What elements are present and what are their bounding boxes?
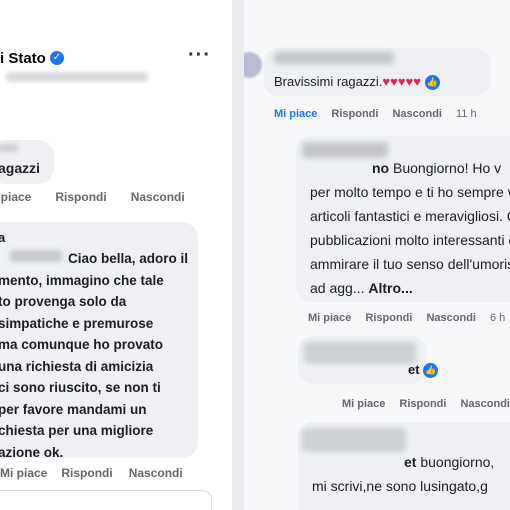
blurred-author-name (302, 428, 406, 452)
comment-line: mento, immagino che tale (0, 272, 164, 288)
comment-line: simpatiche e premurose (0, 315, 154, 331)
hide-button[interactable]: Nascondi (426, 312, 476, 324)
reply-button[interactable]: Rispondi (55, 190, 106, 204)
hearts-emoji: ♥♥♥♥♥ (382, 74, 421, 89)
comment-text: agazzi (0, 160, 41, 176)
comment-line: ci sono riuscito, se non ti (0, 380, 161, 395)
hide-button[interactable]: Nascondi (131, 190, 185, 204)
comment-line: azione ok. (0, 444, 64, 460)
comment-actions: Mi piace Rispondi Nascondi 6 h (308, 312, 510, 324)
comment-body: no Buongiorno! Ho v per molto tempo e ti… (310, 156, 510, 300)
left-post-panel: i Stato ✓ ··· agazzi i piace Rispondi Nasc… (0, 0, 232, 510)
comment-author[interactable]: a (0, 230, 5, 245)
like-button[interactable]: Mi piace (308, 312, 351, 324)
verified-badge-icon: ✓ (50, 51, 64, 65)
comment-line: una richiesta di amicizia (0, 358, 154, 374)
reply-button[interactable]: Rispondi (365, 312, 412, 324)
reply-button[interactable]: Rispondi (399, 398, 446, 410)
reply-button[interactable]: Rispondi (331, 108, 378, 120)
panel-divider (232, 0, 244, 510)
comment-body: et buongiorno, mi scrivi,ne sono lusinga… (312, 450, 494, 498)
comment-author[interactable]: no (372, 160, 389, 176)
blurred-subtitle (6, 72, 148, 82)
comment-actions: Mi piace Rispondi Nascondi (0, 466, 207, 480)
comment-line: chiesta per una migliore (0, 423, 154, 438)
comment-line: pubblicazioni molto interessanti e (310, 232, 510, 248)
comment-bubble: et 👍 (298, 336, 439, 384)
reply-button[interactable]: Rispondi (61, 466, 112, 480)
hide-button[interactable]: Nascondi (392, 108, 442, 120)
like-reaction-icon[interactable]: 👍 (424, 75, 440, 91)
comment-line: to provenga solo da (0, 294, 127, 309)
right-post-panel: Bravissimi ragazzi.♥♥♥♥♥ 👍 Mi piace Rispo… (244, 0, 510, 510)
blurred-author-name (304, 342, 416, 364)
blurred-author-name (0, 144, 18, 152)
comment-actions: Mi piace Rispondi Nascondi (342, 398, 510, 410)
comment-line: per molto tempo e ti ho sempre v (310, 184, 510, 200)
see-more-link[interactable]: Altro... (368, 280, 412, 296)
comment-line: ammirare il tuo senso dell'umoris (310, 256, 510, 272)
comment-author[interactable]: et 👍 (408, 362, 439, 379)
like-button[interactable]: Mi piace (0, 466, 47, 480)
comment-text: Bravissimi ragazzi.♥♥♥♥♥ 👍 (274, 74, 440, 91)
comment-line: per favore mandami un (0, 401, 147, 417)
comment-line: buongiorno, (416, 454, 495, 470)
post-header: i Stato ✓ ··· (0, 44, 232, 88)
comment-bubble: agazzi (0, 140, 54, 184)
comment-text-body: Bravissimi ragazzi. (274, 74, 383, 89)
hide-button[interactable]: Nascondi (460, 398, 510, 410)
avatar[interactable] (244, 52, 262, 78)
comment-line: Ciao bella, adoro il (68, 251, 189, 266)
next-card (0, 490, 212, 510)
comment-line: mi scrivi,ne sono lusingato,g (312, 478, 488, 494)
comment-bubble: no Buongiorno! Ho v per molto tempo e ti… (296, 136, 510, 302)
comment-bubble: Bravissimi ragazzi.♥♥♥♥♥ 👍 (264, 48, 490, 96)
like-button[interactable]: i piace (0, 190, 31, 204)
ellipsis-icon[interactable]: ··· (188, 44, 211, 67)
comment-line: ad agg... (310, 280, 369, 296)
page-name[interactable]: i Stato (0, 50, 46, 67)
comment-actions: i piace Rispondi Nascondi (0, 190, 209, 204)
comment-author-tail: et (408, 362, 420, 377)
comment-body: Ciao bella, adoro il mento, immagino che… (0, 248, 193, 463)
like-reaction-icon[interactable]: 👍 (423, 363, 439, 379)
hide-button[interactable]: Nascondi (129, 466, 183, 480)
comment-line: ma comunque ho provato (0, 337, 164, 352)
comment-bubble: a Ciao bella, adoro il mento, immagino c… (0, 222, 198, 460)
timestamp[interactable]: 11 h (456, 108, 477, 120)
like-button[interactable]: Mi piace (342, 398, 385, 410)
comment-author[interactable]: et (404, 454, 416, 470)
comment-line: Buongiorno! Ho v (389, 160, 502, 176)
timestamp[interactable]: 6 h (490, 312, 505, 324)
comment-bubble: et buongiorno, mi scrivi,ne sono lusinga… (298, 422, 510, 510)
like-button[interactable]: Mi piace (274, 108, 317, 120)
blurred-author-name (274, 52, 394, 64)
comment-line: articoli fantastici e meravigliosi. Q (310, 208, 510, 224)
comment-actions: Mi piace Rispondi Nascondi 11 h (274, 108, 491, 120)
